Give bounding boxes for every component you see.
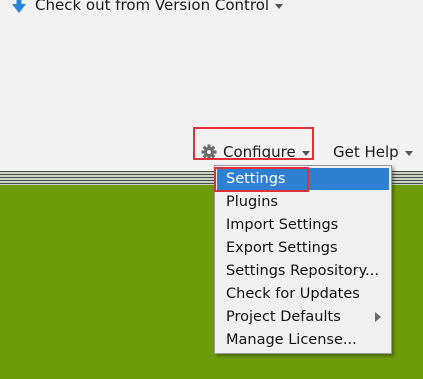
- configure-dropdown-menu: Settings Plugins Import Settings Export …: [214, 165, 392, 354]
- menu-item-check-for-updates[interactable]: Check for Updates: [217, 283, 389, 305]
- menu-item-export-settings[interactable]: Export Settings: [217, 237, 389, 259]
- menu-item-label: Manage License...: [226, 332, 357, 348]
- menu-item-import-settings[interactable]: Import Settings: [217, 214, 389, 236]
- menu-item-manage-license[interactable]: Manage License...: [217, 329, 389, 351]
- settings-highlight-box: [214, 167, 309, 192]
- menu-item-plugins[interactable]: Plugins: [217, 191, 389, 213]
- menu-item-settings-repository[interactable]: Settings Repository...: [217, 260, 389, 282]
- menu-item-label: Export Settings: [226, 240, 338, 256]
- menu-item-label: Import Settings: [226, 217, 339, 233]
- chevron-right-icon: [375, 312, 381, 322]
- get-help-label: Get Help: [333, 143, 399, 161]
- chevron-down-icon: [275, 3, 284, 9]
- menu-item-label: Project Defaults: [226, 309, 341, 325]
- configure-highlight-box: [193, 127, 314, 160]
- menu-item-label: Check for Updates: [226, 286, 360, 302]
- arrow-down-icon: [12, 0, 26, 13]
- menu-item-label: Settings Repository...: [226, 263, 379, 279]
- checkout-vcs-link[interactable]: Check out from Version Control: [10, 0, 284, 16]
- checkout-vcs-label: Check out from Version Control: [35, 0, 270, 14]
- menu-item-project-defaults[interactable]: Project Defaults: [217, 306, 389, 328]
- chevron-down-icon: [404, 150, 413, 156]
- menu-item-label: Plugins: [226, 194, 278, 210]
- get-help-button[interactable]: Get Help: [333, 141, 413, 163]
